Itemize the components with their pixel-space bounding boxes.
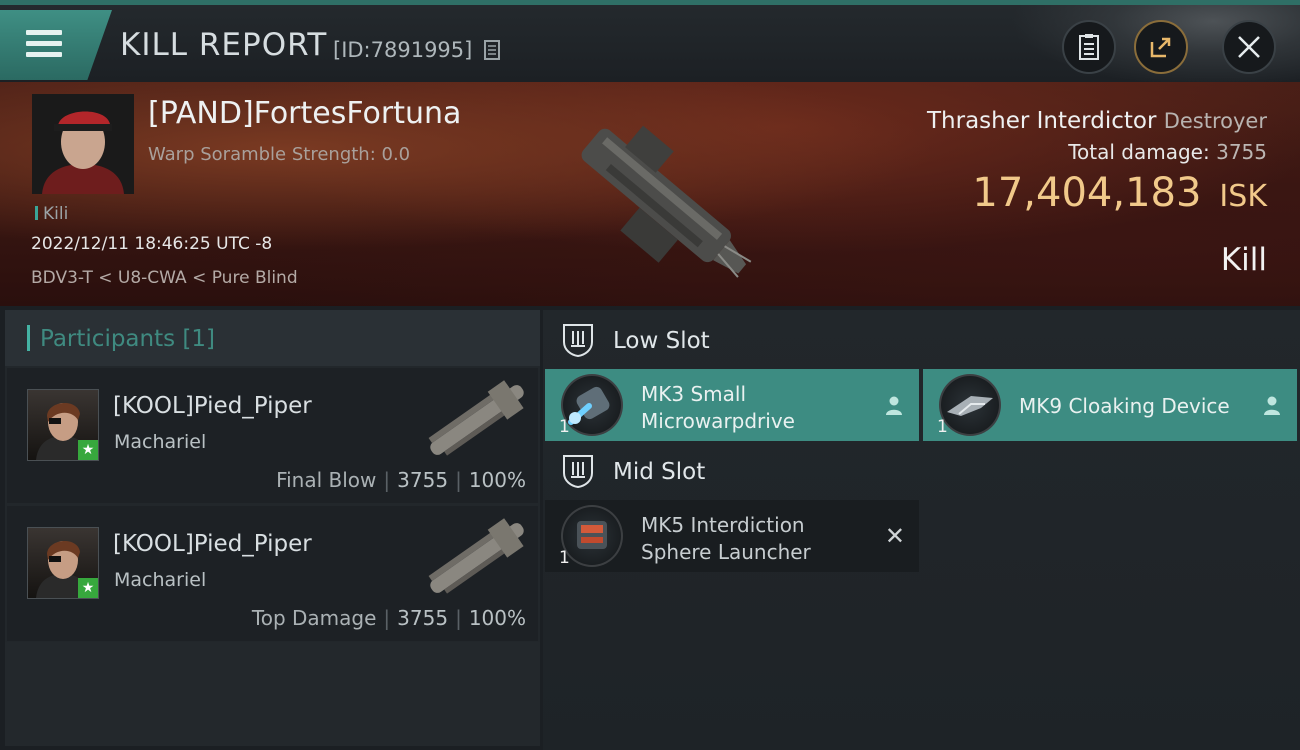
participants-header[interactable]: Participants [1] [5, 310, 540, 366]
kill-location: BDV3-T < U8-CWA < Pure Blind [31, 268, 298, 288]
isk-value: 17,404,183 ISK [972, 170, 1267, 216]
module-item[interactable]: 1 MK3 Small Microwarpdrive [545, 369, 919, 441]
microwarpdrive-icon [561, 374, 623, 436]
menu-button[interactable] [0, 10, 112, 80]
interdiction-launcher-icon [561, 505, 623, 567]
participant-avatar: ★ [27, 527, 99, 599]
copy-icon[interactable] [483, 39, 503, 61]
module-quantity: 1 [937, 417, 948, 437]
clipboard-button[interactable] [1062, 20, 1116, 74]
participant-role: Final Blow [276, 468, 377, 492]
module-name-line1: MK3 Small [641, 382, 746, 406]
module-quantity: 1 [559, 417, 570, 437]
destroyed-x-icon: ✕ [884, 522, 905, 550]
participant-ship-icon [428, 380, 524, 456]
low-slot-label: Low Slot [613, 328, 710, 354]
module-item[interactable]: 1 MK9 Cloaking Device [923, 369, 1297, 441]
fitting-panel: Low Slot 1 MK3 Small Microwarpdrive 1 MK9… [543, 310, 1300, 750]
participant-percent: 100% [468, 606, 526, 630]
participant-row[interactable]: ★ [KOOL]Pied_Piper Machariel Final Blow |… [7, 368, 538, 503]
low-slot-icon [563, 324, 593, 358]
participant-damage: 3755 [397, 606, 449, 630]
star-icon: ★ [78, 578, 98, 598]
ship-name: Thrasher Interdictor [926, 108, 1157, 134]
module-name-line2: Microwarpdrive [641, 409, 795, 433]
participants-empty-area [5, 642, 540, 746]
mid-slot-label: Mid Slot [613, 459, 706, 485]
cloaking-device-icon [939, 374, 1001, 436]
mid-slot-icon [563, 455, 593, 489]
kill-tag: Kili [35, 204, 68, 224]
victim-avatar[interactable] [32, 94, 134, 194]
module-name: MK9 Cloaking Device [1019, 394, 1230, 418]
victim-panel: [PAND]FortesFortuna Warp Soramble Streng… [0, 82, 1300, 306]
page-title: KILL REPORT [120, 27, 328, 63]
total-damage-label: Total damage: [1068, 140, 1210, 164]
victim-name: [PAND]FortesFortuna [148, 96, 462, 131]
module-name: MK5 Interdiction Sphere Launcher [641, 512, 811, 566]
person-icon [886, 396, 902, 415]
warp-scramble-strength: Warp Soramble Strength: 0.0 [148, 144, 411, 165]
ship-type: Thrasher Interdictor Destroyer [927, 108, 1267, 134]
total-damage-value: 3755 [1216, 140, 1267, 164]
module-name-line2: Sphere Launcher [641, 540, 811, 564]
header-bar: KILL REPORT [ID:7891995] [0, 0, 1300, 87]
participant-ship: Machariel [114, 431, 207, 453]
pilot-portrait-icon [32, 94, 134, 194]
kill-tag-label: Kili [43, 204, 69, 224]
share-icon [1150, 37, 1171, 58]
close-icon [1238, 36, 1260, 58]
menu-icon [26, 30, 62, 63]
module-quantity: 1 [559, 548, 570, 568]
participant-avatar: ★ [27, 389, 99, 461]
share-button[interactable] [1134, 20, 1188, 74]
participants-panel: Participants [1] ★ [KOOL]Pied_Piper Mach… [5, 310, 540, 746]
total-damage: Total damage: 3755 [1068, 140, 1267, 164]
participants-label: Participants [40, 326, 176, 352]
module-name-line1: MK5 Interdiction [641, 513, 805, 537]
module-item[interactable]: 1 MK5 Interdiction Sphere Launcher ✕ [545, 500, 919, 572]
participant-name: [KOOL]Pied_Piper [113, 531, 312, 557]
participant-name: [KOOL]Pied_Piper [113, 393, 312, 419]
isk-amount: 17,404,183 [972, 170, 1202, 216]
participants-count: [1] [182, 326, 216, 352]
participant-row[interactable]: ★ [KOOL]Pied_Piper Machariel Top Damage |… [7, 506, 538, 641]
star-icon: ★ [78, 440, 98, 460]
module-name: MK3 Small Microwarpdrive [641, 381, 795, 435]
participant-percent: 100% [468, 468, 526, 492]
participant-damage: 3755 [397, 468, 449, 492]
report-id: [ID:7891995] [333, 38, 473, 62]
isk-unit: ISK [1219, 179, 1267, 214]
participant-role: Top Damage [251, 606, 377, 630]
participant-stats: Final Blow | 3755 | 100% [276, 468, 526, 492]
close-button[interactable] [1222, 20, 1276, 74]
victim-ship-icon [581, 125, 752, 278]
participant-stats: Top Damage | 3755 | 100% [251, 606, 526, 630]
clipboard-icon [1079, 34, 1099, 60]
ship-class: Destroyer [1163, 109, 1267, 133]
participant-ship-icon [428, 518, 524, 594]
kill-datetime: 2022/12/11 18:46:25 UTC -8 [31, 234, 273, 254]
person-icon [1264, 396, 1280, 415]
kill-verdict: Kill [1220, 242, 1267, 278]
participants-title: Participants [1] [40, 326, 215, 352]
participant-ship: Machariel [114, 569, 207, 591]
